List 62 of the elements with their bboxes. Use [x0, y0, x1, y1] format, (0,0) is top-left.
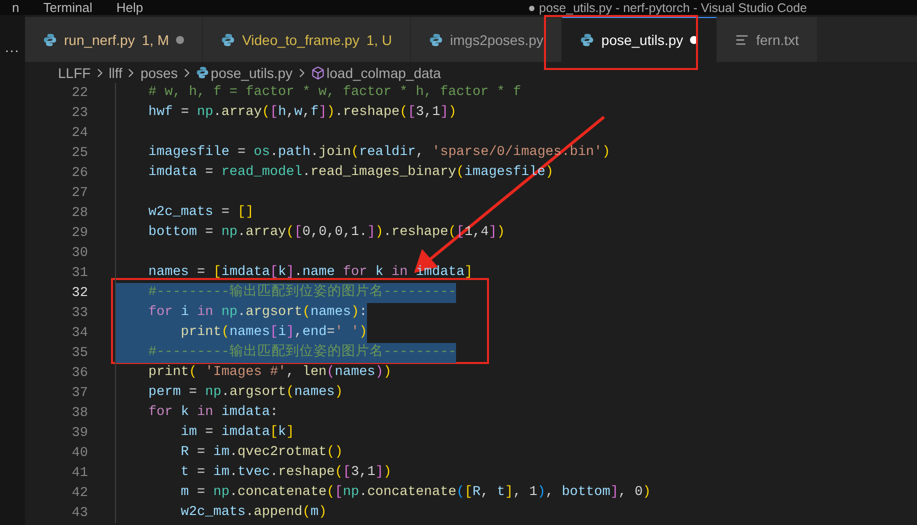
line-number: 29: [70, 226, 89, 240]
code-line: perm = np.argsort(names): [115, 383, 343, 403]
text-file-icon: [735, 33, 750, 47]
tab-label: fern.txt: [756, 32, 799, 48]
tab-status: 1, M: [142, 32, 170, 48]
editor-tab[interactable]: fern.txt: [717, 17, 818, 62]
line-number: 28: [70, 206, 89, 220]
python-file-icon: [43, 33, 57, 47]
code-line: im = imdata[k]: [115, 423, 294, 443]
menu-item[interactable]: Help: [104, 0, 156, 15]
breadcrumb-item[interactable]: LLFF: [58, 64, 91, 80]
editor-tab[interactable]: pose_utils.py: [562, 17, 718, 62]
code-line: # w, h, f = factor * w, factor * h, factor * f: [115, 83, 522, 103]
editor-tab[interactable]: run_nerf.py 1, M: [25, 17, 204, 62]
breadcrumb-item[interactable]: llff: [108, 64, 122, 80]
more-button[interactable]: ...: [0, 39, 25, 55]
tab-label: imgs2poses.py: [450, 32, 544, 48]
code-line: w2c_mats = []: [115, 203, 254, 223]
code-line: R = im.qvec2rotmat(): [115, 443, 343, 463]
editor-tab[interactable]: Video_to_frame.py 1, U: [203, 17, 412, 62]
line-number: 23: [70, 106, 89, 120]
line-number: 40: [70, 446, 89, 460]
code-line: print( 'Images #', len(names)): [115, 363, 392, 383]
line-number: 33: [70, 306, 89, 320]
code-line: for k in imdata:: [115, 403, 278, 423]
line-number: 34: [70, 326, 89, 340]
line-number: 41: [70, 466, 89, 480]
line-number: 35: [70, 346, 89, 360]
line-number: 22: [70, 86, 89, 100]
code-line: t = im.tvec.reshape([3,1]): [115, 463, 392, 483]
editor-tab[interactable]: imgs2poses.py: [411, 17, 562, 62]
line-number: 24: [70, 126, 89, 140]
python-file-icon: [580, 33, 594, 47]
line-number: 26: [70, 166, 89, 180]
window-title: ● pose_utils.py - nerf-pytorch - Visual Studio Code: [528, 0, 807, 14]
line-number: 31: [70, 266, 89, 280]
breadcrumb-item[interactable]: poses: [140, 64, 178, 80]
line-number: 27: [70, 186, 89, 200]
line-number: 37: [70, 386, 89, 400]
tab-label: run_nerf.py: [64, 32, 135, 48]
menu-item[interactable]: Terminal: [31, 0, 104, 15]
line-number: 38: [70, 406, 89, 420]
line-number: 25: [70, 146, 89, 160]
tab-label: pose_utils.py: [601, 32, 684, 48]
python-file-icon: [196, 66, 209, 79]
tab-status: 1, U: [366, 32, 392, 48]
line-number: 43: [70, 506, 89, 520]
line-number: 42: [70, 486, 89, 500]
python-file-icon: [429, 33, 444, 47]
tab-label: Video_to_frame.py: [242, 32, 360, 48]
breadcrumb-item[interactable]: pose_utils.py: [210, 64, 293, 80]
menu-item[interactable]: n: [0, 0, 32, 15]
cube-icon: [310, 66, 325, 80]
line-number: 39: [70, 426, 89, 440]
breadcrumb-item[interactable]: load_colmap_data: [326, 64, 441, 80]
code-line: hwf = np.array([h,w,f]).reshape([3,1]): [115, 103, 456, 123]
code-line: w2c_mats.append(m): [115, 503, 327, 523]
code-line: m = np.concatenate([np.concatenate([R, t], 1), bottom], 0): [115, 483, 651, 503]
line-number: 32: [70, 286, 89, 300]
line-number: 36: [70, 366, 89, 380]
line-number: 30: [70, 246, 89, 260]
python-file-icon: [221, 33, 236, 47]
